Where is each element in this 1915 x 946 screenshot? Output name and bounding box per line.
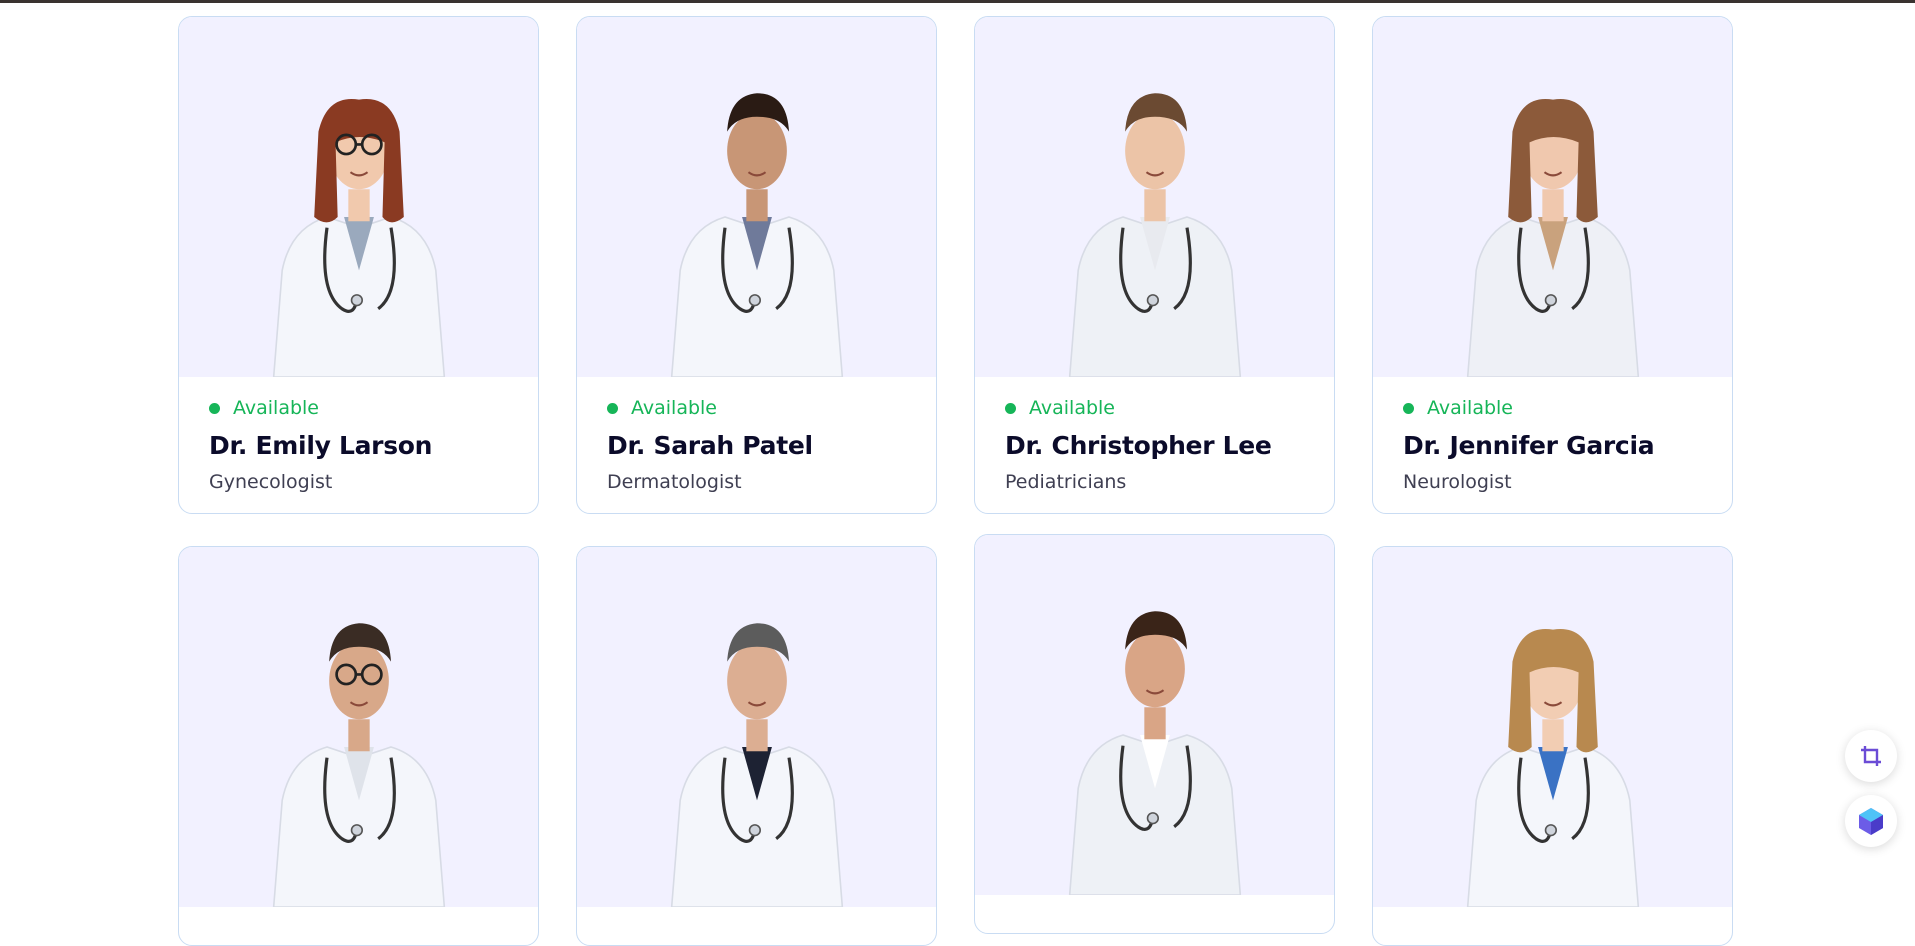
status-dot-icon xyxy=(607,402,618,414)
doctor-info: Available Dr. Jennifer Garcia Neurologis… xyxy=(1373,377,1732,513)
doctor-photo-figure xyxy=(670,623,843,907)
crop-icon xyxy=(1861,746,1881,766)
doctor-specialty: Neurologist xyxy=(1403,471,1512,493)
doctor-info: Available Dr. Sarah Patel Dermatologist xyxy=(577,377,936,513)
doctor-name[interactable]: Dr. Emily Larson xyxy=(209,429,508,463)
availability-status: Available xyxy=(209,395,508,421)
doctor-name[interactable]: Dr. Jennifer Garcia xyxy=(1403,429,1702,463)
doctor-specialty: Gynecologist xyxy=(209,471,333,493)
availability-status: Available xyxy=(1005,395,1304,421)
doctor-photo-figure xyxy=(1068,93,1241,377)
doctor-photo-figure xyxy=(272,99,445,377)
doctor-card[interactable]: Available Dr. Sarah Patel Dermatologist xyxy=(576,16,937,514)
doctor-card[interactable]: Available Dr. Emily Larson Gynecologist xyxy=(178,16,539,514)
availability-label: Available xyxy=(1427,397,1514,419)
availability-status: Available xyxy=(607,395,906,421)
doctor-photo-figure xyxy=(1466,99,1639,377)
doctor-card[interactable]: Available Dr. Christopher Lee Pediatrici… xyxy=(974,16,1335,514)
doctor-photo-figure xyxy=(670,93,843,377)
doctor-photo xyxy=(1373,17,1732,377)
doctor-photo-figure xyxy=(272,623,445,907)
doctor-photo xyxy=(577,547,936,907)
doctor-card[interactable] xyxy=(178,546,539,946)
doctor-photo-figure xyxy=(1068,611,1241,895)
status-dot-icon xyxy=(1403,402,1414,414)
doctor-info: Available Dr. Emily Larson Gynecologist xyxy=(179,377,538,513)
availability-status: Available xyxy=(1403,395,1702,421)
status-dot-icon xyxy=(1005,402,1016,414)
doctor-card[interactable] xyxy=(974,534,1335,934)
doctor-photo xyxy=(179,17,538,377)
crop-button[interactable] xyxy=(1845,730,1897,782)
app-launcher-button[interactable] xyxy=(1845,795,1897,847)
doctor-photo-figure xyxy=(1466,629,1639,907)
doctor-photo xyxy=(975,17,1334,377)
status-dot-icon xyxy=(209,402,220,414)
doctor-card[interactable]: Available Dr. Jennifer Garcia Neurologis… xyxy=(1372,16,1733,514)
doctor-name[interactable]: Dr. Sarah Patel xyxy=(607,429,906,463)
doctor-specialty: Dermatologist xyxy=(607,471,742,493)
availability-label: Available xyxy=(631,397,718,419)
doctor-name[interactable]: Dr. Christopher Lee xyxy=(1005,429,1304,463)
doctor-photo xyxy=(577,17,936,377)
doctor-card[interactable] xyxy=(1372,546,1733,946)
doctor-photo xyxy=(1373,547,1732,907)
doctor-specialty: Pediatricians xyxy=(1005,471,1127,493)
availability-label: Available xyxy=(233,397,320,419)
cube-icon xyxy=(1859,808,1883,835)
doctor-card[interactable] xyxy=(576,546,937,946)
top-border xyxy=(0,0,1915,3)
doctor-photo xyxy=(975,535,1334,895)
availability-label: Available xyxy=(1029,397,1116,419)
doctor-info: Available Dr. Christopher Lee Pediatrici… xyxy=(975,377,1334,513)
doctor-photo xyxy=(179,547,538,907)
